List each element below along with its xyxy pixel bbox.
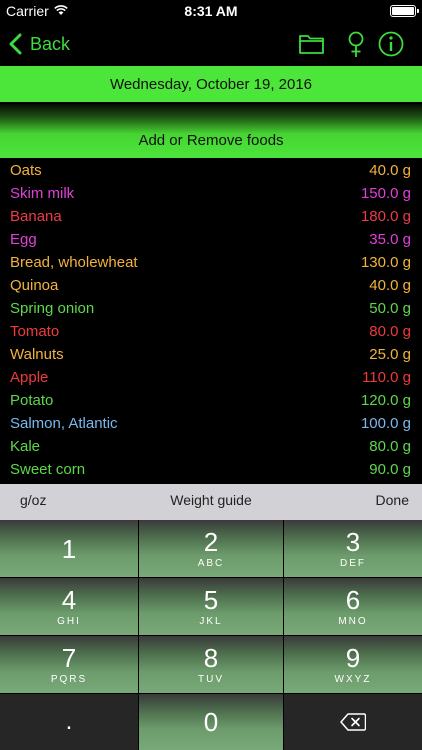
key-digit: 6: [345, 585, 361, 615]
key-6[interactable]: 6 MNO: [284, 578, 422, 635]
food-row[interactable]: Banana 180.0 g: [0, 206, 422, 229]
food-amount: 120.0 g: [360, 392, 411, 409]
status-bar: Carrier 8:31 AM: [0, 0, 422, 22]
add-remove-foods-label: Add or Remove foods: [138, 132, 284, 149]
add-remove-foods-button[interactable]: Add or Remove foods: [0, 104, 422, 158]
food-amount: 50.0 g: [369, 300, 411, 317]
food-amount: 80.0 g: [369, 323, 411, 340]
food-row[interactable]: Spring onion 50.0 g: [0, 298, 422, 321]
backspace-icon: [340, 713, 366, 731]
key-1[interactable]: 1: [0, 520, 138, 577]
keyboard-toolbar: g/oz Weight guide Done: [0, 484, 422, 520]
food-row[interactable]: Egg 35.0 g: [0, 229, 422, 252]
key-5[interactable]: 5 JKL: [139, 578, 283, 635]
key-letters: MNO: [338, 616, 368, 627]
food-amount: 40.0 g: [369, 277, 411, 294]
key-digit: 2: [203, 527, 219, 557]
food-name: Spring onion: [10, 300, 95, 317]
date-label: Wednesday, October 19, 2016: [109, 75, 313, 93]
status-time: 8:31 AM: [184, 3, 238, 19]
key-3[interactable]: 3 DEF: [284, 520, 422, 577]
food-amount: 80.0 g: [369, 438, 411, 455]
key-letters: TUV: [198, 674, 224, 685]
key-8[interactable]: 8 TUV: [139, 636, 283, 693]
key-digit: 1: [61, 533, 77, 564]
food-amount: 40.0 g: [369, 162, 411, 179]
key-letters: PQRS: [50, 674, 88, 685]
food-row[interactable]: Bread, wholewheat 130.0 g: [0, 252, 422, 275]
food-amount: 110.0 g: [362, 369, 411, 386]
food-row[interactable]: Oats 40.0 g: [0, 160, 422, 183]
battery-icon: [390, 5, 419, 17]
nav-bar: Back: [0, 22, 422, 66]
food-row[interactable]: Apple 110.0 g: [0, 367, 422, 390]
food-row[interactable]: Walnuts 25.0 g: [0, 344, 422, 367]
key-digit: 9: [345, 643, 361, 673]
key-letters: GHI: [57, 616, 81, 627]
key-letters: JKL: [199, 616, 223, 627]
food-amount: 150.0 g: [360, 185, 411, 202]
female-icon[interactable]: [341, 29, 371, 59]
food-name: Apple: [10, 369, 49, 386]
food-amount: 180.0 g: [360, 208, 411, 225]
key-digit: 8: [203, 643, 219, 673]
key-decimal[interactable]: .: [0, 694, 138, 750]
food-row[interactable]: Potato 120.0 g: [0, 390, 422, 413]
key-0[interactable]: 0: [139, 694, 283, 750]
food-name: Quinoa: [10, 277, 59, 294]
food-name: Banana: [10, 208, 62, 225]
key-digit: 3: [345, 527, 361, 557]
back-label: Back: [30, 33, 71, 54]
food-amount: 130.0 g: [360, 254, 411, 271]
chevron-left-icon: [9, 33, 22, 55]
numeric-keypad: 1 2 ABC 3 DEF 4 GHI 5 JKL 6 MNO 7 PQRS 8…: [0, 520, 422, 750]
food-name: Oats: [10, 162, 42, 179]
food-amount: 25.0 g: [369, 346, 411, 363]
key-digit: .: [65, 708, 73, 735]
food-row[interactable]: Kale 80.0 g: [0, 436, 422, 459]
food-row[interactable]: Quinoa 40.0 g: [0, 275, 422, 298]
food-amount: 35.0 g: [369, 231, 411, 248]
food-name: Egg: [10, 231, 37, 248]
food-amount: 100.0 g: [360, 415, 411, 432]
key-9[interactable]: 9 WXYZ: [284, 636, 422, 693]
food-name: Bread, wholewheat: [10, 254, 138, 271]
folder-icon[interactable]: [297, 29, 327, 59]
key-letters: DEF: [340, 558, 366, 569]
food-name: Potato: [10, 392, 54, 409]
key-digit: 4: [61, 585, 77, 615]
food-list: Oats 40.0 g Skim milk 150.0 g Banana 180…: [0, 160, 422, 485]
info-icon[interactable]: [376, 29, 406, 59]
key-digit: 5: [203, 585, 219, 615]
key-7[interactable]: 7 PQRS: [0, 636, 138, 693]
food-row[interactable]: Tomato 80.0 g: [0, 321, 422, 344]
key-2[interactable]: 2 ABC: [139, 520, 283, 577]
food-name: Tomato: [10, 323, 60, 340]
date-selector[interactable]: Wednesday, October 19, 2016: [0, 66, 422, 102]
key-letters: WXYZ: [334, 674, 372, 685]
food-name: Skim milk: [10, 185, 75, 202]
key-digit: 7: [61, 643, 77, 673]
delete-key[interactable]: [284, 694, 422, 750]
food-row[interactable]: Sweet corn 90.0 g: [0, 459, 422, 482]
food-row[interactable]: Salmon, Atlantic 100.0 g: [0, 413, 422, 436]
key-4[interactable]: 4 GHI: [0, 578, 138, 635]
done-button[interactable]: Done: [376, 492, 409, 508]
food-amount: 90.0 g: [369, 461, 411, 478]
back-button[interactable]: Back: [8, 30, 70, 58]
food-name: Walnuts: [10, 346, 64, 363]
weight-guide-button[interactable]: Weight guide: [0, 492, 422, 508]
food-name: Salmon, Atlantic: [10, 415, 118, 432]
food-name: Kale: [10, 438, 41, 455]
key-digit: 0: [203, 707, 219, 737]
key-letters: ABC: [197, 558, 225, 569]
food-row[interactable]: Skim milk 150.0 g: [0, 183, 422, 206]
food-name: Sweet corn: [10, 461, 86, 478]
